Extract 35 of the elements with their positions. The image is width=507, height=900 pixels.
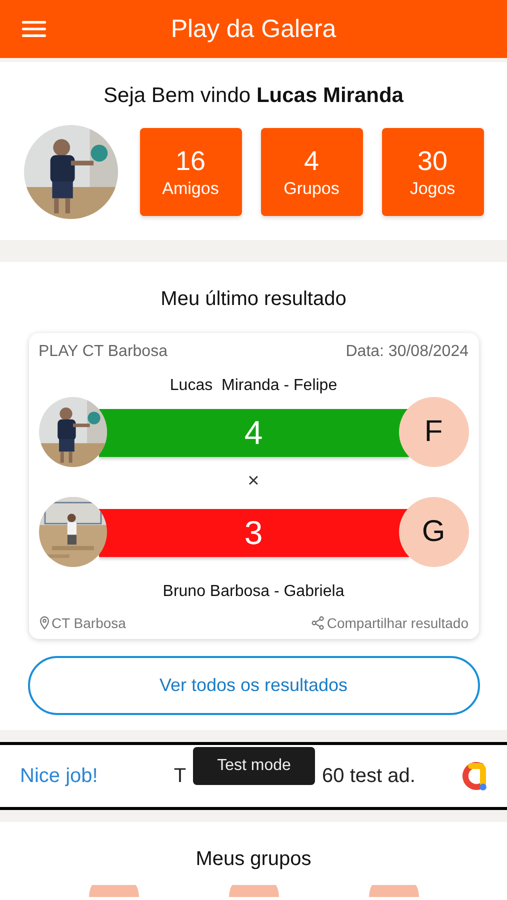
location-text: CT Barbosa bbox=[52, 615, 126, 631]
section-heading: Meus grupos bbox=[196, 848, 312, 871]
versus-mark: × bbox=[246, 469, 260, 494]
team-score: 3 bbox=[244, 514, 263, 552]
venue-name: PLAY CT Barbosa bbox=[38, 343, 168, 361]
share-link[interactable]: Compartilhar resultado bbox=[326, 615, 468, 631]
stat-label: Amigos bbox=[162, 179, 219, 199]
stat-card[interactable]: 4 Grupos bbox=[260, 128, 362, 216]
partner-initial: F bbox=[398, 397, 468, 467]
ad-text: 60 test ad. bbox=[322, 764, 416, 788]
welcome-text: Seja Bem vindo Lucas Miranda bbox=[104, 84, 404, 108]
view-all-button[interactable]: Ver todos os resultados bbox=[28, 656, 480, 715]
group-avatar[interactable] bbox=[368, 885, 418, 897]
app-title: Play da Galera bbox=[170, 14, 336, 44]
group-avatar[interactable] bbox=[228, 885, 278, 897]
share-icon[interactable] bbox=[310, 616, 325, 630]
group-avatar[interactable] bbox=[88, 885, 138, 897]
stat-label: Jogos bbox=[410, 179, 456, 199]
stat-label: Grupos bbox=[284, 179, 340, 199]
stat-card[interactable]: 30 Jogos bbox=[382, 128, 484, 216]
team-score: 4 bbox=[244, 414, 263, 452]
stat-card[interactable]: 16 Amigos bbox=[140, 128, 242, 216]
location-pin-icon bbox=[38, 616, 50, 630]
stat-value: 16 bbox=[175, 145, 206, 177]
team-players: Lucas Miranda - Felipe bbox=[168, 377, 338, 395]
menu-icon[interactable] bbox=[22, 20, 46, 38]
stat-value: 4 bbox=[304, 145, 320, 177]
ad-headline: Nice job! bbox=[20, 764, 98, 788]
test-mode-badge: Test mode bbox=[193, 747, 315, 785]
team-players: Bruno Barbosa - Gabriela bbox=[162, 583, 346, 601]
section-heading: Meu último resultado bbox=[160, 288, 346, 311]
match-date: Data: 30/08/2024 bbox=[346, 343, 468, 361]
partner-initial: G bbox=[398, 497, 468, 567]
stat-value: 30 bbox=[417, 145, 448, 177]
ad-text: T bbox=[174, 764, 186, 788]
